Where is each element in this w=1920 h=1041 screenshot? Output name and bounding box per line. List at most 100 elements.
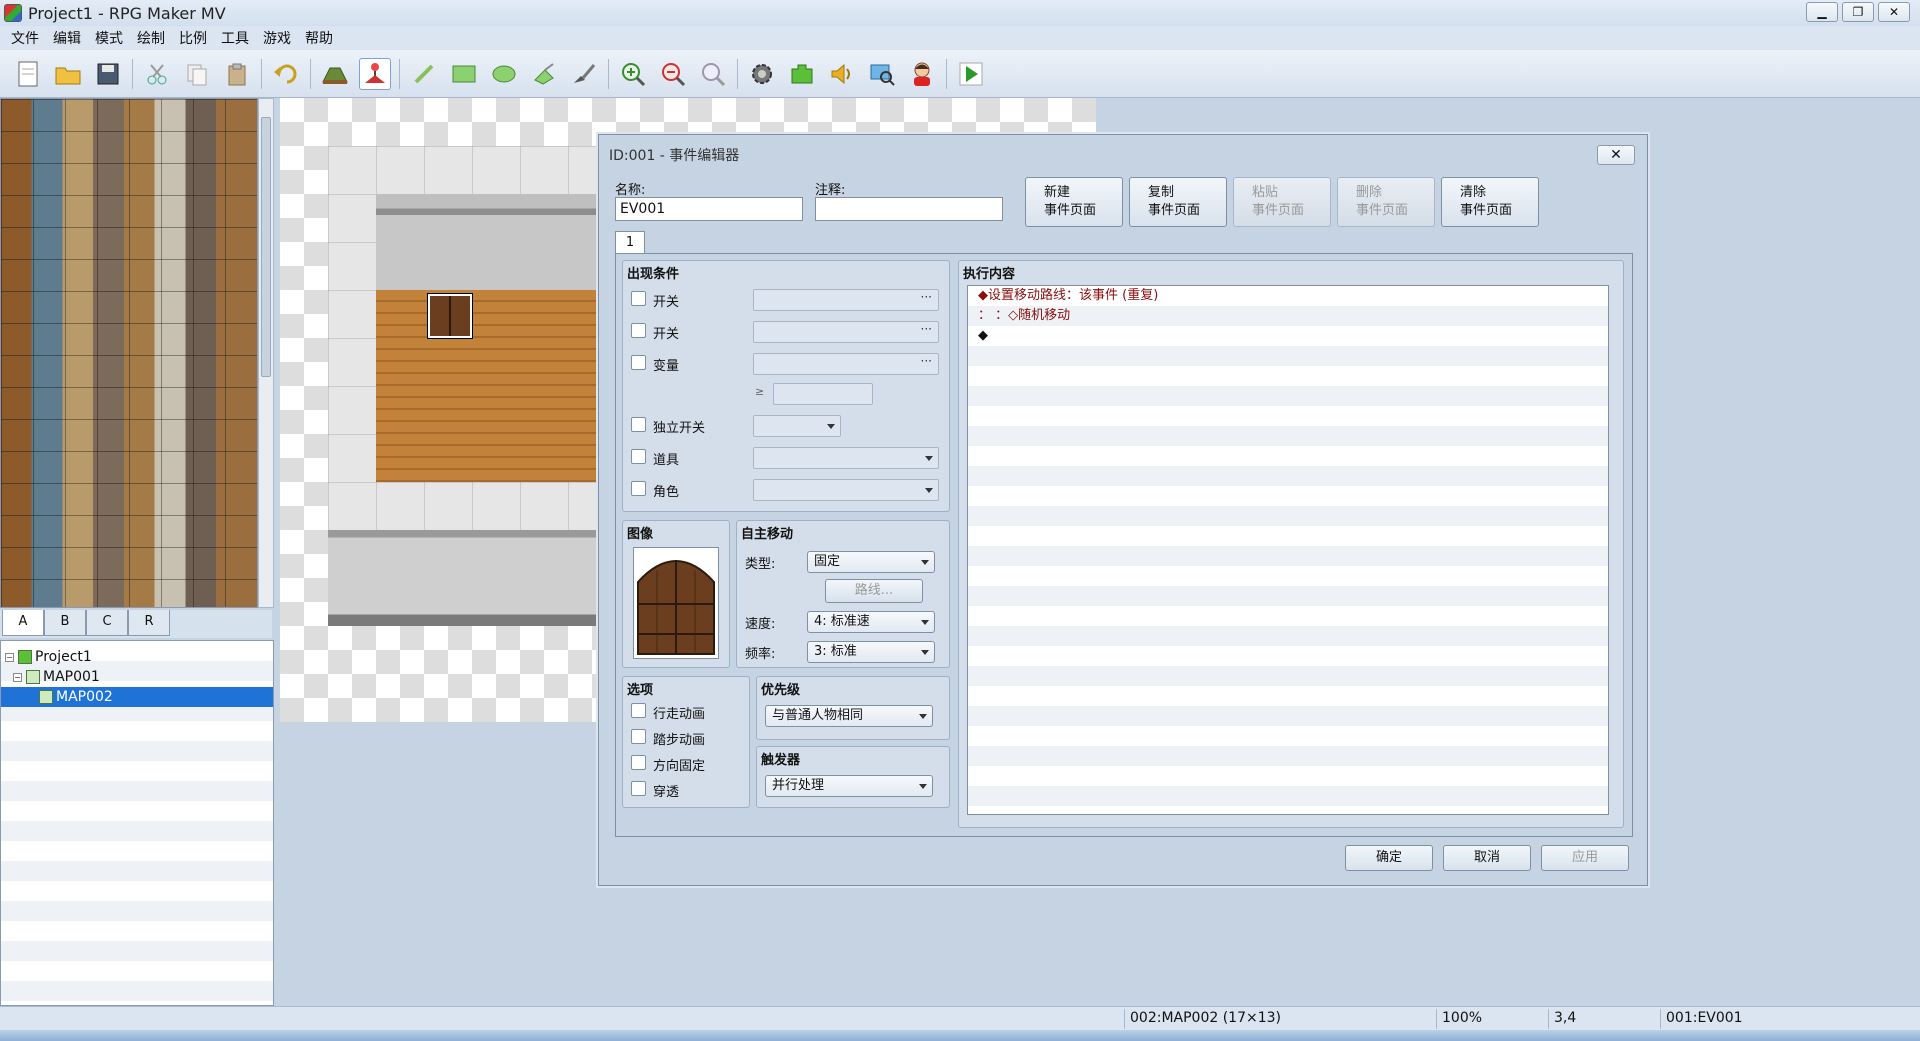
actor-checkbox[interactable] [631, 481, 646, 496]
copy-icon[interactable] [181, 58, 213, 90]
restore-button[interactable]: ❐ [1842, 2, 1874, 22]
event-image-preview[interactable] [633, 547, 719, 659]
event-searcher-icon[interactable] [866, 58, 898, 90]
delete-page-button[interactable]: 删除 事件页面 [1337, 177, 1435, 227]
tree-item-label: Project1 [35, 649, 92, 665]
conditions-group: 出现条件 开关 ··· 开关 ··· 变量 ··· ≥ 独立开关 道具 角色 [622, 260, 950, 512]
copy-page-button[interactable]: 复制 事件页面 [1129, 177, 1227, 227]
undo-icon[interactable] [270, 58, 302, 90]
item-checkbox[interactable] [631, 449, 646, 464]
self-switch-dropdown[interactable] [753, 415, 841, 437]
movement-type-value: 固定 [814, 554, 841, 569]
menu-tools[interactable]: 工具 [214, 28, 256, 48]
priority-dropdown[interactable]: 与普通人物相同 [765, 705, 933, 727]
trigger-dropdown[interactable]: 并行处理 [765, 775, 933, 797]
menu-scale[interactable]: 比例 [172, 28, 214, 48]
sound-test-icon[interactable] [826, 58, 858, 90]
collapse-icon[interactable]: − [13, 672, 22, 682]
command-line[interactable]: ◆ [978, 326, 988, 346]
name-field[interactable]: EV001 [615, 197, 803, 221]
collapse-icon[interactable]: − [5, 652, 14, 662]
ellipse-icon[interactable] [488, 58, 520, 90]
cut-icon[interactable] [141, 58, 173, 90]
paste-icon[interactable] [221, 58, 253, 90]
stepping-anim-checkbox[interactable] [631, 729, 646, 744]
tree-item-project[interactable]: − Project1 [5, 647, 92, 667]
note-field[interactable] [815, 197, 1003, 221]
menu-edit[interactable]: 编辑 [46, 28, 88, 48]
dialog-close-button[interactable]: ✕ [1597, 145, 1635, 165]
command-line[interactable]: ： ：◇随机移动 [978, 306, 1070, 326]
menu-draw[interactable]: 绘制 [130, 28, 172, 48]
new-project-icon[interactable] [12, 58, 44, 90]
event-tile[interactable] [427, 293, 473, 339]
event-mode-icon[interactable] [359, 57, 391, 90]
tileset-palette[interactable] [0, 98, 258, 608]
switch1-checkbox[interactable] [631, 291, 646, 306]
zoom-out-icon[interactable] [657, 58, 689, 90]
minimize-button[interactable]: ▁ [1806, 2, 1838, 22]
route-button[interactable]: 路线... [825, 579, 923, 603]
page-tab-1[interactable]: 1 [615, 231, 645, 255]
flood-fill-icon[interactable] [528, 58, 560, 90]
toolbar-separator [132, 58, 133, 89]
clear-page-button[interactable]: 清除 事件页面 [1441, 177, 1539, 227]
tileset-scrollbar[interactable] [258, 98, 274, 608]
actual-size-icon[interactable] [697, 58, 729, 90]
paste-page-button[interactable]: 粘贴 事件页面 [1233, 177, 1331, 227]
variable-checkbox[interactable] [631, 355, 646, 370]
tree-item-label: MAP001 [43, 669, 100, 685]
chevron-down-icon [827, 424, 835, 429]
save-project-icon[interactable] [92, 58, 124, 90]
image-title: 图像 [627, 527, 654, 542]
plugin-manager-icon[interactable] [786, 58, 818, 90]
close-window-button[interactable]: ✕ [1878, 2, 1910, 22]
direction-fix-checkbox[interactable] [631, 755, 646, 770]
apply-button[interactable]: 应用 [1541, 845, 1629, 871]
menu-file[interactable]: 文件 [4, 28, 46, 48]
switch1-label: 开关 [653, 295, 680, 310]
switch2-checkbox[interactable] [631, 323, 646, 338]
database-icon[interactable] [746, 58, 778, 90]
walking-anim-checkbox[interactable] [631, 703, 646, 718]
pencil-icon[interactable] [408, 58, 440, 90]
self-switch-checkbox[interactable] [631, 417, 646, 432]
zoom-in-icon[interactable] [617, 58, 649, 90]
speed-dropdown[interactable]: 4: 标准速 [807, 611, 935, 633]
variable-value-spinner[interactable] [773, 383, 873, 405]
command-list[interactable]: ◆设置移动路线：该事件 (重复) ： ：◇随机移动 ◆ [967, 285, 1609, 815]
actor-dropdown[interactable] [753, 479, 939, 501]
new-page-button[interactable]: 新建 事件页面 [1025, 177, 1123, 227]
tileset-tab-b[interactable]: B [44, 610, 86, 636]
tileset-tab-r[interactable]: R [128, 610, 170, 636]
switch1-selector[interactable]: ··· [753, 289, 939, 311]
tileset-tab-a[interactable]: A [2, 610, 44, 636]
switch2-selector[interactable]: ··· [753, 321, 939, 343]
tree-item-map002[interactable]: MAP002 [1, 687, 273, 707]
scrollbar-thumb[interactable] [261, 117, 271, 377]
cancel-button[interactable]: 取消 [1443, 845, 1531, 871]
through-checkbox[interactable] [631, 781, 646, 796]
ellipsis-icon: ··· [920, 322, 932, 336]
command-line[interactable]: ◆设置移动路线：该事件 (重复) [978, 286, 1158, 306]
menu-help[interactable]: 帮助 [298, 28, 340, 48]
open-project-icon[interactable] [52, 58, 84, 90]
frequency-dropdown[interactable]: 3: 标准 [807, 641, 935, 663]
conditions-title: 出现条件 [627, 267, 680, 282]
status-separator [1124, 1009, 1125, 1029]
ok-button[interactable]: 确定 [1345, 845, 1433, 871]
playtest-icon[interactable] [955, 58, 987, 90]
tileset-tab-c[interactable]: C [86, 610, 128, 636]
menu-game[interactable]: 游戏 [256, 28, 298, 48]
item-dropdown[interactable] [753, 447, 939, 469]
tree-item-map001[interactable]: − MAP001 [13, 667, 100, 687]
shadow-pen-icon[interactable] [568, 58, 600, 90]
variable-selector[interactable]: ··· [753, 353, 939, 375]
frequency-value: 3: 标准 [814, 644, 857, 659]
movement-type-dropdown[interactable]: 固定 [807, 551, 935, 573]
character-generator-icon[interactable] [906, 58, 938, 90]
rectangle-icon[interactable] [448, 58, 480, 90]
direction-fix-label: 方向固定 [653, 759, 706, 774]
menu-mode[interactable]: 模式 [88, 28, 130, 48]
map-mode-icon[interactable] [319, 58, 351, 90]
